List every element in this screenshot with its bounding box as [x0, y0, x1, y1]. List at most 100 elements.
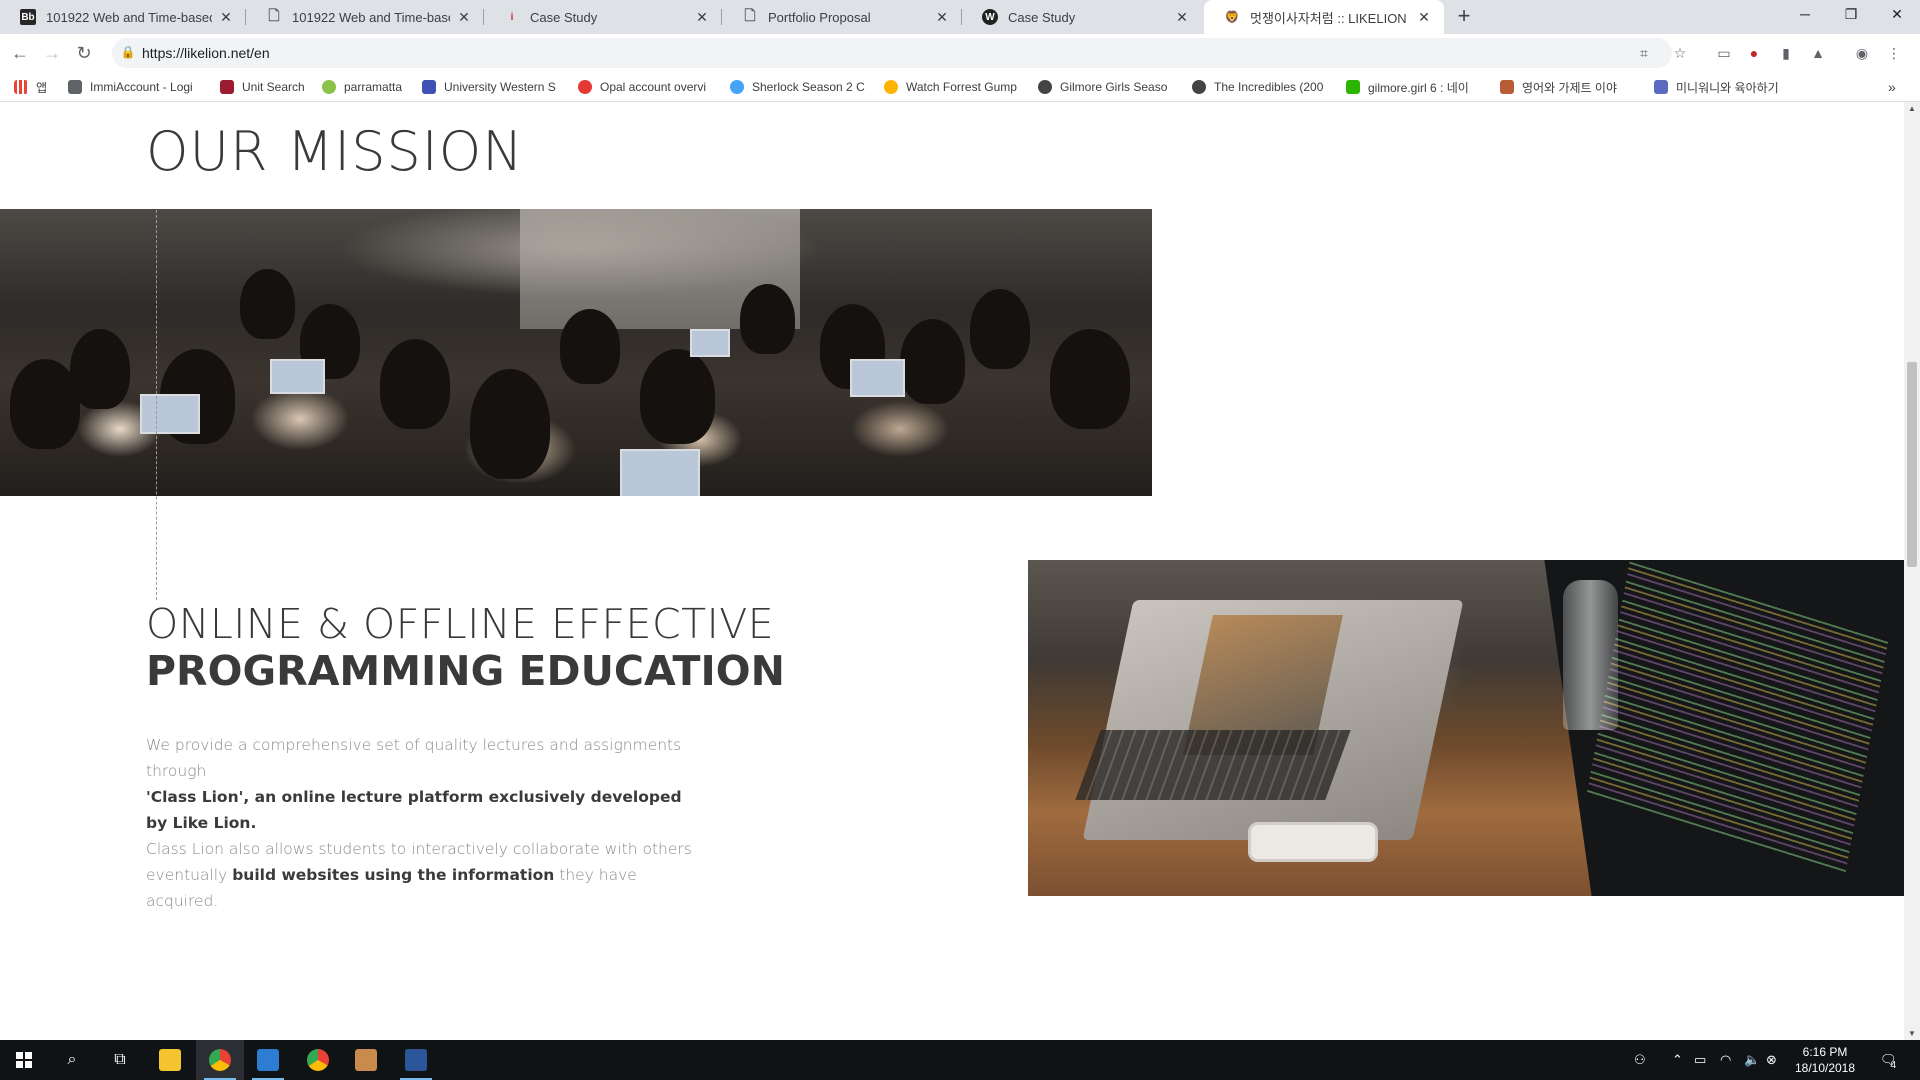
file-explorer-icon[interactable] [146, 1040, 194, 1080]
bookmark-item[interactable]: parramatta [322, 78, 402, 96]
chrome-icon[interactable] [196, 1040, 244, 1080]
close-icon[interactable]: ✕ [1416, 9, 1432, 26]
bookmark-icon [322, 80, 336, 94]
bookmark-apps[interactable]: 앱 [14, 78, 47, 96]
ime-icon[interactable]: ⊗ [1766, 1040, 1777, 1080]
bookmark-item[interactable]: The Incredibles (200 [1192, 78, 1323, 96]
tab-title: Case Study [530, 9, 598, 25]
extension-icon[interactable]: ▮ [1776, 43, 1796, 63]
notification-count: 4 [1890, 1059, 1897, 1071]
clock-time: 6:16 PM [1802, 1045, 1848, 1059]
windows-icon [16, 1052, 32, 1068]
lock-icon: 🔒 [120, 45, 136, 59]
search-icon[interactable]: ⌕ [48, 1040, 96, 1080]
bookmark-icon [422, 80, 436, 94]
page-content: OUR MISSION ONLINE & OFFLINE EFFECTIVE P… [0, 102, 1904, 1040]
blackboard-icon: Bb [20, 9, 36, 25]
scroll-down-icon[interactable]: ▼ [1908, 1029, 1916, 1038]
menu-icon[interactable]: ⋮ [1884, 43, 1904, 63]
reload-icon[interactable]: ↻ [72, 41, 96, 65]
bookmark-item[interactable]: ImmiAccount - Logi [68, 78, 193, 96]
mission-title: OUR MISSION [146, 120, 524, 183]
bookmarks-bar: 앱 ImmiAccount - Logi Unit Search parrama… [0, 72, 1920, 102]
tab-title: 멋쟁이사자처럼 :: LIKELION [1250, 10, 1407, 26]
tab-1[interactable]: 🗋 101922 Web and Time-based D ✕ [246, 0, 484, 34]
back-icon[interactable]: ← [8, 41, 32, 65]
bookmark-icon [884, 80, 898, 94]
tab-0[interactable]: Bb 101922 Web and Time-based D ✕ [0, 0, 246, 34]
bookmark-item[interactable]: University Western S [422, 78, 556, 96]
volume-icon[interactable]: 🔈 [1744, 1040, 1760, 1080]
clock-date: 18/10/2018 [1794, 1061, 1856, 1075]
apps-grid-icon [14, 80, 28, 94]
bookmark-item[interactable]: Gilmore Girls Seaso [1038, 78, 1167, 96]
chrome-icon[interactable] [294, 1040, 342, 1080]
word-icon[interactable] [392, 1040, 440, 1080]
tab-4[interactable]: W Case Study ✕ [962, 0, 1202, 34]
lion-icon: 🦁 [1224, 10, 1240, 24]
close-icon[interactable]: ✕ [456, 9, 472, 26]
translate-icon[interactable]: ⌗ [1634, 43, 1654, 63]
extension-icon[interactable]: ● [1744, 43, 1764, 63]
scroll-up-icon[interactable]: ▲ [1908, 104, 1916, 113]
task-view-icon[interactable]: ⧉ [96, 1040, 144, 1080]
start-button[interactable] [0, 1040, 48, 1080]
close-icon[interactable]: ✕ [694, 9, 710, 26]
close-icon[interactable]: ✕ [218, 9, 234, 26]
forward-icon[interactable]: → [40, 41, 64, 65]
page-scrollbar[interactable]: ▲ ▼ [1904, 102, 1920, 1040]
bookmark-item[interactable]: 미니워니와 육아하기 [1654, 78, 1779, 96]
tab-5-active[interactable]: 🦁 멋쟁이사자처럼 :: LIKELION ✕ [1204, 0, 1444, 34]
bookmark-icon [68, 80, 82, 94]
action-center-icon[interactable]: 🗨 4 [1880, 1040, 1897, 1080]
bookmark-item[interactable]: Sherlock Season 2 C [730, 78, 865, 96]
tab-3[interactable]: 🗋 Portfolio Proposal ✕ [722, 0, 962, 34]
bookmark-item[interactable]: 영어와 가제트 이야 [1500, 78, 1617, 96]
bookmark-icon [1500, 80, 1514, 94]
section-paragraph: We provide a comprehensive set of qualit… [146, 736, 692, 910]
restore-button[interactable]: ❐ [1828, 0, 1874, 30]
scrollbar-thumb[interactable] [1907, 362, 1917, 567]
section-heading-light: ONLINE & OFFLINE EFFECTIVE [146, 600, 775, 648]
extension-icon[interactable]: ▭ [1714, 43, 1734, 63]
url-text[interactable]: https://likelion.net/en [142, 45, 270, 61]
chevron-up-icon[interactable]: ⌃ [1672, 1040, 1683, 1080]
laptops-photo [1028, 560, 1904, 896]
wordpress-icon: W [982, 9, 998, 25]
taskbar-clock[interactable]: 6:16 PM 18/10/2018 [1780, 1044, 1870, 1076]
new-tab-button[interactable]: + [1452, 5, 1476, 29]
bookmark-item[interactable]: Unit Search [220, 78, 305, 96]
doc-icon: 🗋 [744, 7, 756, 23]
tab-2[interactable]: i Case Study ✕ [484, 0, 722, 34]
star-icon[interactable]: ☆ [1670, 43, 1690, 63]
address-bar[interactable]: 🔒 https://likelion.net/en [112, 38, 1672, 68]
close-icon[interactable]: ✕ [934, 9, 950, 26]
bookmark-icon [1346, 80, 1360, 94]
divider-line [156, 210, 157, 600]
app-icon[interactable] [244, 1040, 292, 1080]
close-icon[interactable]: ✕ [1174, 9, 1190, 26]
bookmark-item[interactable]: gilmore.girl 6 : 네이 [1346, 78, 1469, 96]
extension-icon[interactable]: ▲ [1808, 43, 1828, 63]
battery-icon[interactable]: ▭ [1694, 1040, 1706, 1080]
tab-title: Case Study [1008, 9, 1076, 25]
section-heading-bold: PROGRAMMING EDUCATION [146, 647, 785, 695]
bookmark-icon [730, 80, 744, 94]
info-icon: i [510, 11, 514, 23]
wifi-icon[interactable]: ◠ [1720, 1040, 1731, 1080]
bookmark-icon [578, 80, 592, 94]
minimize-button[interactable]: ─ [1782, 0, 1828, 30]
bookmarks-overflow-icon[interactable]: » [1888, 78, 1896, 96]
profile-avatar[interactable]: ◉ [1852, 43, 1872, 63]
bookmark-item[interactable]: Opal account overvi [578, 78, 706, 96]
archive-icon[interactable] [342, 1040, 390, 1080]
bookmark-icon [1654, 80, 1668, 94]
close-window-button[interactable]: ✕ [1874, 0, 1920, 30]
play-icon [1038, 80, 1052, 94]
tab-title: 101922 Web and Time-based D [292, 9, 450, 25]
windows-taskbar: ⌕ ⧉ ⚇ ⌃ ▭ ◠ 🔈 ⊗ 6:16 PM 18/10/2018 🗨 4 [0, 1040, 1920, 1080]
bookmark-item[interactable]: Watch Forrest Gump [884, 78, 1017, 96]
people-icon[interactable]: ⚇ [1634, 1040, 1646, 1080]
classroom-photo [0, 209, 1152, 496]
browser-toolbar: ← → ↻ 🔒 https://likelion.net/en ⌗ ☆ ▭ ● … [0, 34, 1920, 72]
